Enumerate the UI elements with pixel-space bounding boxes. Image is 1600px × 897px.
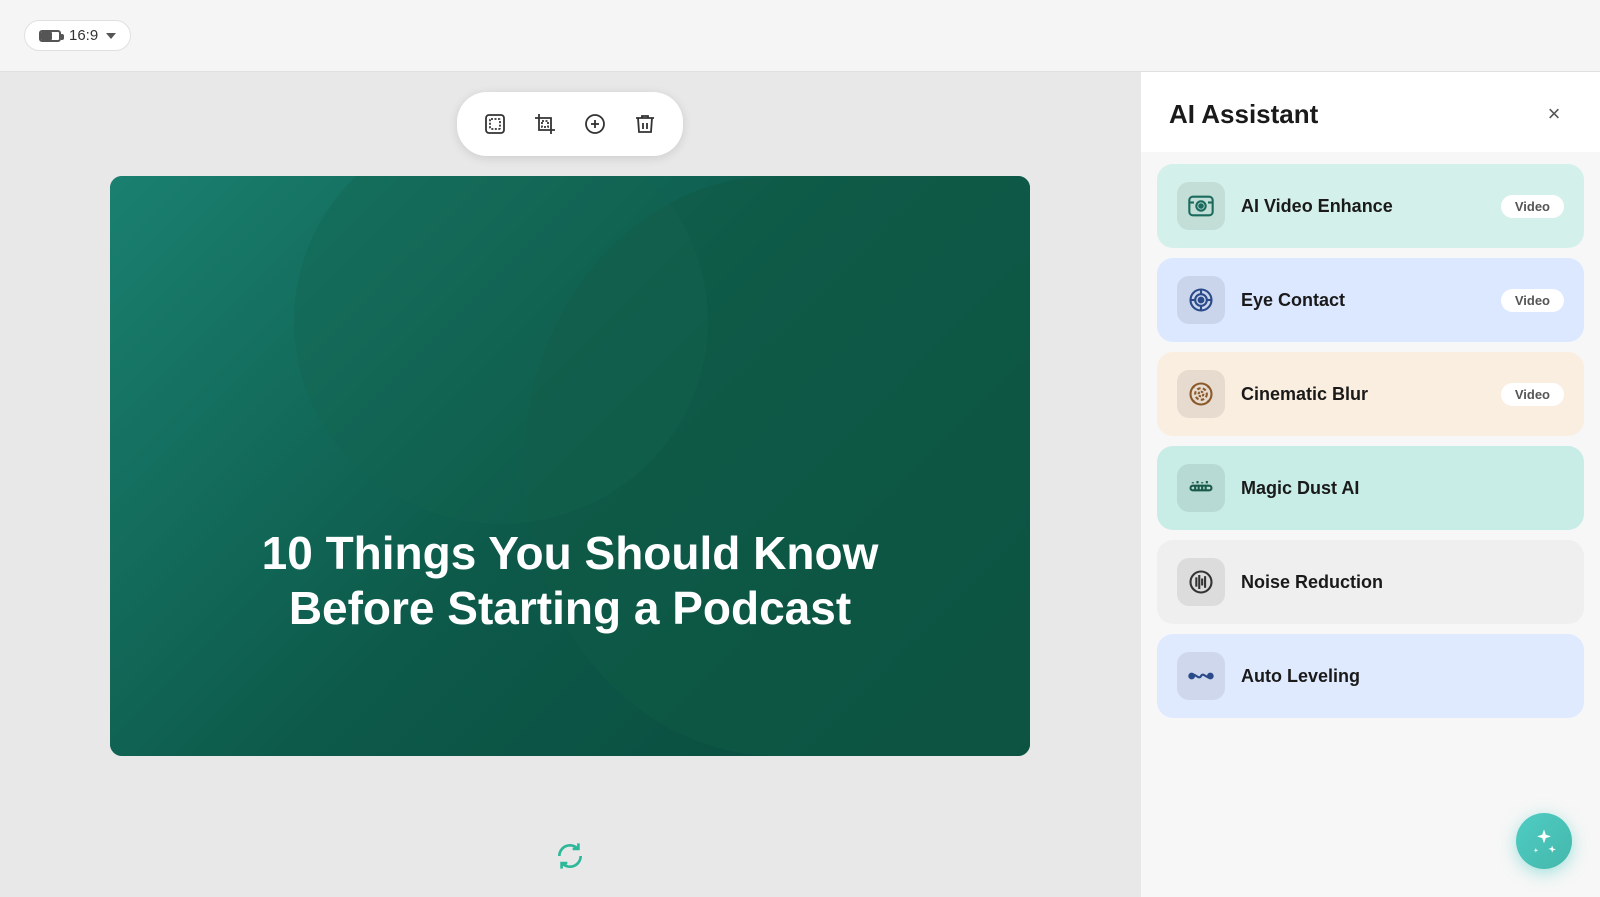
auto-leveling-label: Auto Leveling bbox=[1241, 666, 1564, 687]
ai-video-enhance-label: AI Video Enhance bbox=[1241, 196, 1501, 217]
aspect-ratio-chevron-icon bbox=[106, 33, 116, 39]
eye-contact-icon bbox=[1177, 276, 1225, 324]
aspect-ratio-selector[interactable]: 16:9 bbox=[24, 20, 131, 51]
aspect-ratio-label: 16:9 bbox=[69, 27, 98, 44]
eye-contact-badge: Video bbox=[1501, 289, 1564, 312]
ai-assistant-panel: AI Assistant × AI Video Enhance bbox=[1140, 72, 1600, 897]
video-preview: 10 Things You Should Know Before Startin… bbox=[110, 176, 1030, 756]
select-tool-button[interactable] bbox=[473, 102, 517, 146]
noise-reduction-label: Noise Reduction bbox=[1241, 572, 1564, 593]
cinematic-blur-badge: Video bbox=[1501, 383, 1564, 406]
main-area: 10 Things You Should Know Before Startin… bbox=[0, 72, 1600, 897]
cinematic-blur-label: Cinematic Blur bbox=[1241, 384, 1501, 405]
noise-reduction-icon bbox=[1177, 558, 1225, 606]
ai-item-video-enhance[interactable]: AI Video Enhance Video bbox=[1157, 164, 1584, 248]
toolbar bbox=[457, 92, 683, 156]
magic-dust-label: Magic Dust AI bbox=[1241, 478, 1564, 499]
top-bar: 16:9 bbox=[0, 0, 1600, 72]
canvas-area: 10 Things You Should Know Before Startin… bbox=[0, 72, 1140, 897]
ai-item-noise-reduction[interactable]: Noise Reduction bbox=[1157, 540, 1584, 624]
ai-panel-header: AI Assistant × bbox=[1141, 72, 1600, 152]
ai-item-magic-dust[interactable]: Magic Dust AI bbox=[1157, 446, 1584, 530]
ai-video-enhance-badge: Video bbox=[1501, 195, 1564, 218]
crop-tool-button[interactable] bbox=[523, 102, 567, 146]
eye-contact-label: Eye Contact bbox=[1241, 290, 1501, 311]
ai-panel-title: AI Assistant bbox=[1169, 99, 1318, 130]
cinematic-blur-icon bbox=[1177, 370, 1225, 418]
video-background: 10 Things You Should Know Before Startin… bbox=[110, 176, 1030, 756]
floating-ai-button[interactable] bbox=[1516, 813, 1572, 869]
close-button[interactable]: × bbox=[1536, 96, 1572, 132]
ai-video-enhance-icon bbox=[1177, 182, 1225, 230]
magic-dust-icon bbox=[1177, 464, 1225, 512]
ai-item-cinematic-blur[interactable]: Cinematic Blur Video bbox=[1157, 352, 1584, 436]
refresh-area[interactable] bbox=[554, 840, 586, 877]
ai-item-auto-leveling[interactable]: Auto Leveling bbox=[1157, 634, 1584, 718]
ai-panel-items-list: AI Video Enhance Video Eye Cont bbox=[1141, 152, 1600, 897]
delete-tool-button[interactable] bbox=[623, 102, 667, 146]
video-title-text: 10 Things You Should Know Before Startin… bbox=[170, 526, 970, 636]
add-tool-button[interactable] bbox=[573, 102, 617, 146]
battery-icon bbox=[39, 30, 61, 42]
auto-leveling-icon bbox=[1177, 652, 1225, 700]
ai-item-eye-contact[interactable]: Eye Contact Video bbox=[1157, 258, 1584, 342]
